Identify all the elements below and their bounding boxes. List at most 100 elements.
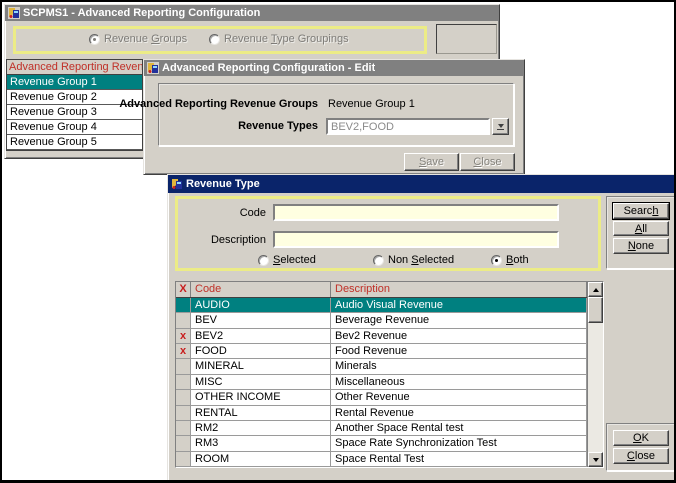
row-code: RM3: [191, 436, 331, 450]
revenue-groups-label: Advanced Reporting Revenue Groups: [119, 98, 318, 110]
application-screen: SCPMS1 - Advanced Reporting Configuratio…: [0, 0, 676, 483]
table-row[interactable]: RM2Another Space Rental test: [176, 421, 587, 436]
header-mark[interactable]: X: [176, 282, 191, 297]
row-code: RENTAL: [191, 406, 331, 420]
row-code: BEV: [191, 313, 331, 327]
code-input[interactable]: [273, 204, 559, 221]
table-row[interactable]: AUDIOAudio Visual Revenue: [176, 298, 587, 313]
revenue-type-table: X Code Description AUDIOAudio Visual Rev…: [175, 281, 604, 468]
lov-dropdown-icon-bar: [497, 129, 504, 130]
radio-revenue-groups[interactable]: Revenue Groups: [89, 33, 187, 45]
radio-label: Revenue Type Groupings: [224, 33, 349, 45]
lov-dropdown-icon: [498, 124, 504, 128]
header-description[interactable]: Description: [331, 282, 587, 297]
row-selected-mark: [176, 359, 191, 373]
row-description: Another Space Rental test: [331, 421, 587, 435]
description-label: Description: [211, 234, 266, 246]
edit-window-titlebar[interactable]: Advanced Reporting Configuration - Edit: [144, 60, 524, 76]
radio-button-icon: [209, 34, 220, 45]
row-description: Audio Visual Revenue: [331, 298, 587, 312]
revenue-group-list-header: Advanced Reporting Revenue Gr: [7, 60, 142, 75]
row-selected-mark: [176, 406, 191, 420]
radio-non-selected[interactable]: Non Selected: [373, 254, 454, 266]
none-button[interactable]: None: [613, 238, 669, 254]
row-description: Other Revenue: [331, 390, 587, 404]
main-window-titlebar[interactable]: SCPMS1 - Advanced Reporting Configuratio…: [5, 5, 499, 21]
form-icon: [147, 62, 159, 74]
row-code: AUDIO: [191, 298, 331, 312]
close-button-revenue-type[interactable]: Close: [613, 448, 669, 464]
revenue-group-list-body: Revenue Group 1Revenue Group 2Revenue Gr…: [7, 75, 142, 150]
code-label: Code: [240, 207, 266, 219]
arrow-down-icon: [593, 458, 599, 462]
radio-label: Both: [506, 254, 529, 266]
list-item[interactable]: Revenue Group 5: [7, 135, 142, 150]
revenue-type-titlebar[interactable]: Revenue Type: [168, 175, 675, 193]
row-description: Miscellaneous: [331, 375, 587, 389]
table-row[interactable]: RM3Space Rate Synchronization Test: [176, 436, 587, 451]
radio-label: Selected: [273, 254, 316, 266]
row-description: Beverage Revenue: [331, 313, 587, 327]
edit-groupbox: [158, 83, 514, 146]
row-selected-mark: [176, 298, 191, 312]
form-icon: [8, 7, 20, 19]
list-item[interactable]: Revenue Group 1: [7, 75, 142, 90]
window-revenue-type: Revenue Type Code Description Selected N…: [167, 174, 676, 482]
table-vertical-scrollbar[interactable]: [587, 282, 603, 467]
row-code: RM2: [191, 421, 331, 435]
table-row[interactable]: RENTALRental Revenue: [176, 406, 587, 421]
row-selected-mark: [176, 421, 191, 435]
row-description: Rental Revenue: [331, 406, 587, 420]
header-code[interactable]: Code: [191, 282, 331, 297]
revenue-types-lov-button[interactable]: [492, 118, 509, 135]
all-button[interactable]: All: [613, 221, 669, 236]
table-row[interactable]: MISCMiscellaneous: [176, 375, 587, 390]
row-selected-mark: [176, 452, 191, 466]
scroll-down-button[interactable]: [588, 452, 603, 467]
radio-both[interactable]: Both: [491, 254, 529, 266]
revenue-type-title: Revenue Type: [186, 178, 260, 190]
status-frame: [436, 24, 497, 54]
description-input[interactable]: [273, 231, 559, 248]
radio-selected[interactable]: Selected: [258, 254, 316, 266]
main-window-title: SCPMS1 - Advanced Reporting Configuratio…: [23, 7, 260, 19]
row-selected-mark: [176, 375, 191, 389]
table-row[interactable]: xBEV2Bev2 Revenue: [176, 329, 587, 344]
radio-revenue-type-groupings[interactable]: Revenue Type Groupings: [209, 33, 349, 45]
close-button[interactable]: Close: [460, 153, 515, 171]
row-selected-mark: x: [176, 329, 191, 343]
arrow-up-icon: [593, 288, 599, 292]
table-row[interactable]: BEVBeverage Revenue: [176, 313, 587, 328]
revenue-types-input[interactable]: [326, 118, 490, 135]
row-selected-mark: [176, 390, 191, 404]
table-row[interactable]: xFOODFood Revenue: [176, 344, 587, 359]
revenue-groups-value: Revenue Group 1: [328, 98, 415, 110]
row-description: Space Rental Test: [331, 452, 587, 466]
radio-label: Non Selected: [388, 254, 454, 266]
radio-button-icon: [89, 34, 100, 45]
table-header-row: X Code Description: [176, 282, 587, 298]
table-row[interactable]: OTHER INCOMEOther Revenue: [176, 390, 587, 405]
radio-label: Revenue Groups: [104, 33, 187, 45]
scroll-up-button[interactable]: [588, 282, 603, 297]
table-row[interactable]: MINERALMinerals: [176, 359, 587, 374]
form-icon: [171, 178, 183, 190]
row-selected-mark: x: [176, 344, 191, 358]
scrollbar-thumb[interactable]: [588, 297, 603, 323]
radio-button-icon: [258, 255, 269, 266]
row-code: OTHER INCOME: [191, 390, 331, 404]
row-description: Minerals: [331, 359, 587, 373]
window-edit-configuration: Advanced Reporting Configuration - Edit …: [143, 59, 525, 175]
row-code: MISC: [191, 375, 331, 389]
list-item[interactable]: Revenue Group 4: [7, 120, 142, 135]
row-selected-mark: [176, 313, 191, 327]
ok-button[interactable]: OK: [613, 430, 669, 446]
edit-window-title: Advanced Reporting Configuration - Edit: [162, 62, 375, 74]
table-row[interactable]: ROOMSpace Rental Test: [176, 452, 587, 467]
search-button[interactable]: Search: [613, 203, 669, 219]
revenue-types-label: Revenue Types: [238, 120, 318, 132]
row-code: BEV2: [191, 329, 331, 343]
save-button[interactable]: Save: [404, 153, 459, 171]
radio-button-icon: [373, 255, 384, 266]
row-description: Food Revenue: [331, 344, 587, 358]
